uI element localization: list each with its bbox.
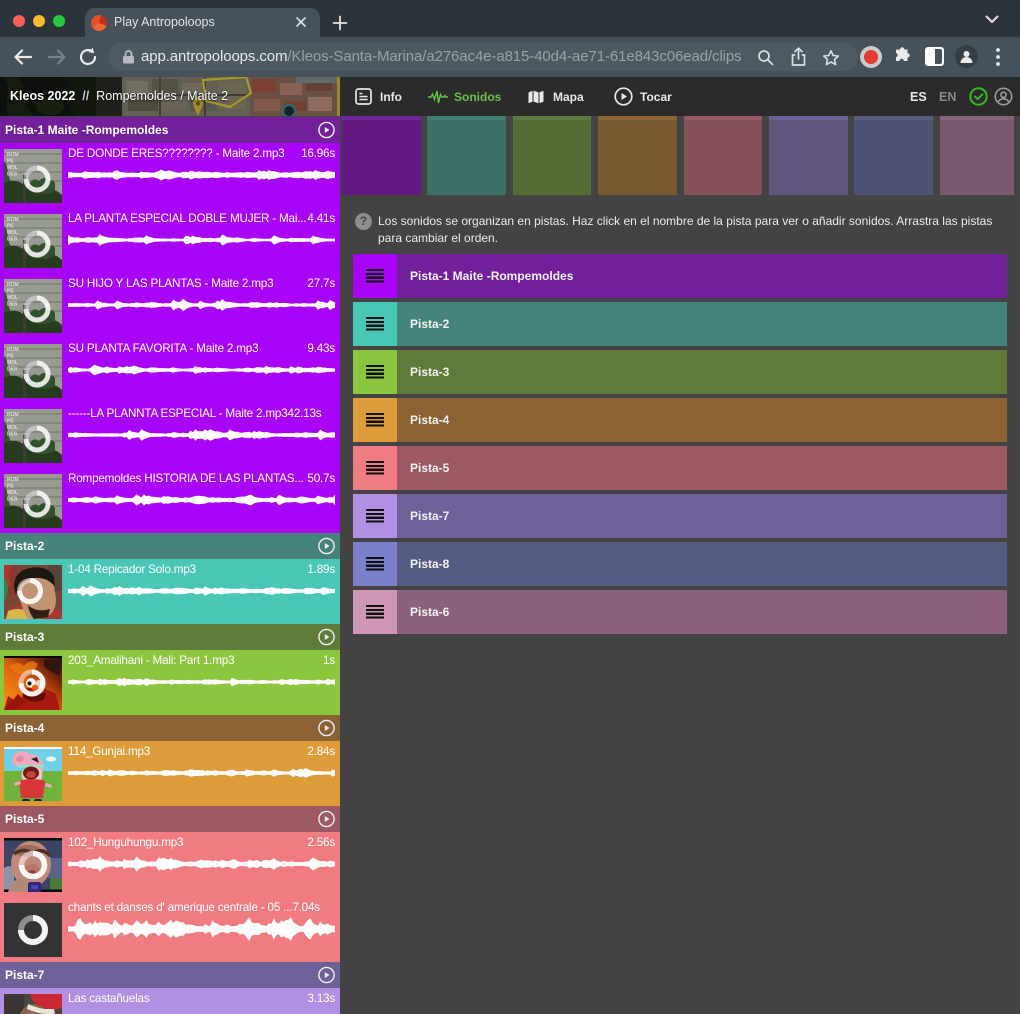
svg-text:DES: DES <box>7 497 18 503</box>
svg-text:ROM: ROM <box>7 217 19 223</box>
svg-text:DES: DES <box>7 432 18 438</box>
svg-text:PE: PE <box>7 289 14 295</box>
svg-text:DES: DES <box>7 367 18 373</box>
svg-text:PE: PE <box>7 159 14 165</box>
svg-text:ROM: ROM <box>7 347 19 353</box>
svg-text:MOL: MOL <box>7 360 18 366</box>
svg-text:ROM: ROM <box>7 412 19 418</box>
svg-text:MOL: MOL <box>7 165 18 171</box>
svg-text:DES: DES <box>7 172 18 178</box>
svg-text:PE: PE <box>7 484 14 490</box>
svg-text:DES: DES <box>7 237 18 243</box>
svg-text:ROM: ROM <box>7 152 19 158</box>
svg-text:ROM: ROM <box>7 477 19 483</box>
svg-text:PE: PE <box>7 419 14 425</box>
svg-text:MOL: MOL <box>7 425 18 431</box>
svg-text:MOL: MOL <box>7 295 18 301</box>
svg-text:MOL: MOL <box>7 230 18 236</box>
svg-text:PE: PE <box>7 354 14 360</box>
svg-text:ROM: ROM <box>7 282 19 288</box>
svg-text:DES: DES <box>7 302 18 308</box>
svg-text:MOL: MOL <box>7 490 18 496</box>
svg-text:PE: PE <box>7 224 14 230</box>
